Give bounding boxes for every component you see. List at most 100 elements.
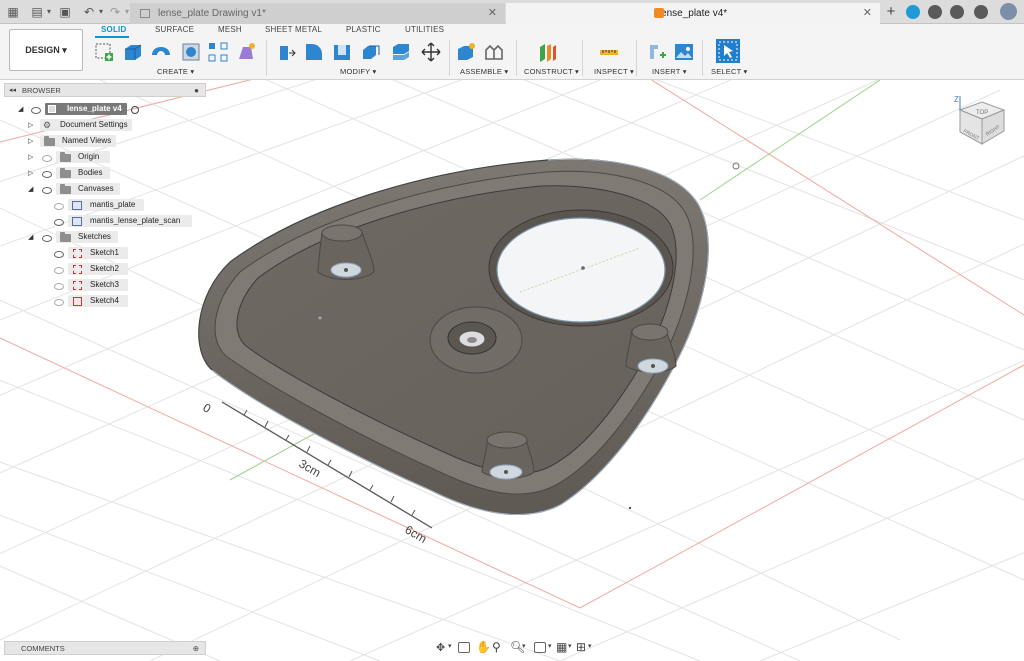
add-comment-icon[interactable]: ⊕: [193, 642, 199, 655]
visibility-eye-icon[interactable]: [54, 299, 64, 306]
tab-utilities[interactable]: UTILITIES: [405, 25, 444, 34]
undo-arrow-icon[interactable]: ▾: [94, 5, 108, 19]
close-icon[interactable]: ✕: [863, 3, 872, 24]
insert-derive-icon[interactable]: [646, 41, 668, 63]
data-panel-icon[interactable]: [906, 5, 920, 19]
collapse-icon[interactable]: ◢: [28, 231, 33, 245]
press-pull-icon[interactable]: [275, 41, 297, 63]
visibility-eye-icon[interactable]: [54, 203, 64, 210]
browser-item-canvas-mantis-lense-plate-scan[interactable]: mantis_lense_plate_scan: [68, 214, 192, 228]
move-icon[interactable]: [420, 41, 442, 63]
shell-icon[interactable]: [331, 41, 353, 63]
select-menu[interactable]: SELECT ▾: [711, 67, 748, 76]
insert-menu[interactable]: INSERT ▾: [652, 67, 687, 76]
collapse-panel-icon[interactable]: ◂◂: [9, 84, 16, 97]
insert-canvas-icon[interactable]: [673, 41, 695, 63]
display-settings-icon[interactable]: [534, 642, 546, 653]
browser-header[interactable]: ◂◂ BROWSER ●: [4, 83, 206, 97]
offset-face-icon[interactable]: [390, 41, 412, 63]
expand-icon[interactable]: ▷: [28, 135, 33, 149]
display-arrow-icon[interactable]: ▾: [548, 642, 552, 650]
view-cube-top[interactable]: TOP: [976, 110, 988, 116]
fit-arrow-icon[interactable]: ▾: [522, 642, 526, 650]
browser-item-sketch3[interactable]: Sketch3: [68, 278, 128, 292]
create-sketch-icon[interactable]: [93, 41, 115, 63]
measure-icon[interactable]: [598, 41, 620, 63]
new-component-icon[interactable]: [455, 41, 477, 63]
joint-icon[interactable]: [483, 41, 505, 63]
inspect-menu[interactable]: INSPECT ▾: [594, 67, 634, 76]
browser-item-canvas-mantis-plate[interactable]: mantis_plate: [68, 198, 144, 212]
visibility-eye-icon[interactable]: [54, 283, 64, 290]
workspace-switcher-button[interactable]: DESIGN ▾: [9, 29, 83, 71]
fillet-icon[interactable]: [303, 41, 325, 63]
browser-root[interactable]: lense_plate v4: [45, 102, 127, 116]
lense-plate-body[interactable]: [198, 158, 740, 516]
browser-item-bodies[interactable]: Bodies: [56, 166, 110, 180]
zoom-icon[interactable]: ⚲: [492, 640, 501, 654]
activate-component-icon[interactable]: [131, 106, 139, 114]
extrude-icon[interactable]: [122, 41, 144, 63]
grid-snaps-icon[interactable]: ▦: [556, 640, 567, 654]
browser-item-sketch2[interactable]: Sketch2: [68, 262, 128, 276]
look-at-icon[interactable]: [458, 642, 470, 653]
viewports-arrow-icon[interactable]: ▾: [588, 642, 592, 650]
tab-plastic[interactable]: PLASTIC: [346, 25, 381, 34]
expand-icon[interactable]: ▷: [28, 151, 33, 165]
app-grid-icon[interactable]: ▦: [6, 5, 20, 19]
browser-item-canvases[interactable]: Canvases: [56, 182, 120, 196]
avatar[interactable]: [1000, 3, 1017, 20]
new-tab-icon[interactable]: +: [884, 4, 898, 19]
collapse-icon[interactable]: ◢: [18, 103, 23, 117]
save-icon[interactable]: ▣: [58, 5, 72, 19]
grid-arrow-icon[interactable]: ▾: [568, 642, 572, 650]
visibility-eye-icon[interactable]: [42, 187, 52, 194]
tab-drawing[interactable]: lense_plate Drawing v1* ✕: [130, 3, 505, 24]
panel-minimize-icon[interactable]: ●: [194, 84, 199, 97]
visibility-eye-icon[interactable]: [42, 155, 52, 162]
construct-menu[interactable]: CONSTRUCT ▾: [524, 67, 579, 76]
close-icon[interactable]: ✕: [488, 3, 497, 24]
pan-hand-icon[interactable]: ✋: [476, 640, 491, 654]
create-form-icon[interactable]: [235, 41, 257, 63]
notifications-icon[interactable]: [950, 5, 964, 19]
view-cube[interactable]: TOP FRONT RIGHT Z: [950, 94, 1010, 150]
help-icon[interactable]: [974, 5, 988, 19]
visibility-eye-icon[interactable]: [31, 107, 41, 114]
visibility-eye-icon[interactable]: [54, 267, 64, 274]
comments-panel[interactable]: COMMENTS ⊕: [4, 641, 206, 655]
tab-mesh[interactable]: MESH: [218, 25, 242, 34]
browser-item-sketches[interactable]: Sketches: [56, 230, 118, 244]
browser-item-sketch4[interactable]: Sketch4: [68, 294, 128, 308]
collapse-icon[interactable]: ◢: [28, 183, 33, 197]
browser-item-named-views[interactable]: Named Views: [40, 134, 116, 148]
tab-solid[interactable]: SOLID: [101, 25, 126, 34]
visibility-eye-icon[interactable]: [42, 171, 52, 178]
modify-menu[interactable]: MODIFY ▾: [340, 67, 376, 76]
tab-sheet-metal[interactable]: SHEET METAL: [265, 25, 322, 34]
hole-icon[interactable]: [180, 41, 202, 63]
tab-design[interactable]: lense_plate v4* ✕: [506, 3, 880, 24]
browser-item-sketch1[interactable]: Sketch1: [68, 246, 128, 260]
visibility-eye-icon[interactable]: [54, 251, 64, 258]
revolve-icon[interactable]: [150, 41, 172, 63]
pattern-icon[interactable]: [207, 41, 229, 63]
viewports-icon[interactable]: ⊞: [576, 640, 586, 654]
tab-surface[interactable]: SURFACE: [155, 25, 194, 34]
offset-plane-icon[interactable]: [537, 41, 559, 63]
browser-item-origin[interactable]: Origin: [56, 150, 110, 164]
expand-icon[interactable]: ▷: [28, 119, 33, 133]
select-icon[interactable]: [715, 38, 741, 64]
orbit-arrow-icon[interactable]: ▾: [448, 642, 452, 650]
create-menu[interactable]: CREATE ▾: [157, 67, 194, 76]
browser-item-document-settings[interactable]: ⚙ Document Settings: [40, 118, 132, 132]
orbit-icon[interactable]: ✥: [436, 641, 445, 654]
assemble-menu[interactable]: ASSEMBLE ▾: [460, 67, 508, 76]
origin-point[interactable]: [732, 162, 740, 170]
file-menu-arrow-icon[interactable]: ▾: [42, 5, 56, 19]
combine-icon[interactable]: [360, 41, 382, 63]
job-status-icon[interactable]: [928, 5, 942, 19]
expand-icon[interactable]: ▷: [28, 167, 33, 181]
visibility-eye-icon[interactable]: [54, 219, 64, 226]
visibility-eye-icon[interactable]: [42, 235, 52, 242]
